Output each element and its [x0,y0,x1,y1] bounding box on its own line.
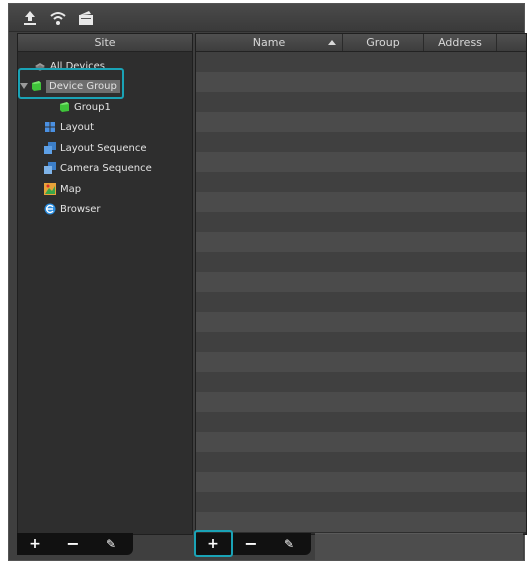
folder-icon[interactable] [77,9,95,27]
site-edit-button[interactable]: ✎ [99,533,123,555]
table-row[interactable] [196,332,526,352]
map-icon [44,183,56,195]
tree-item-label: Camera Sequence [60,162,152,174]
table-row[interactable] [196,472,526,492]
tree-item-browser[interactable]: Browser [44,199,101,219]
column-header-name[interactable]: Name [196,34,343,51]
table-row[interactable] [196,392,526,412]
sort-ascending-icon [328,40,336,45]
table-row[interactable] [196,252,526,272]
add-button-highlight [194,530,233,557]
tree-item-label: Browser [60,203,101,215]
table-row[interactable] [196,72,526,92]
table-row[interactable] [196,452,526,472]
group-icon [60,102,69,112]
table-header: Name Group Address [196,34,526,52]
table-row[interactable] [196,272,526,292]
tree-item-label: Map [60,183,82,195]
camera-sequence-icon [44,162,56,174]
browser-icon [44,203,56,215]
site-button-bar: + − ✎ [17,533,133,555]
column-header-group[interactable]: Group [343,34,424,51]
table-row[interactable] [196,212,526,232]
table-row[interactable] [196,92,526,112]
table-row[interactable] [196,432,526,452]
device-table: Name Group Address [195,33,527,535]
device-group-highlight [18,68,124,99]
table-row[interactable] [196,512,526,532]
tree-item-label: Layout Sequence [60,142,147,154]
tree-item-group1[interactable]: Group1 [58,97,111,117]
tree-item-camera-sequence[interactable]: Camera Sequence [44,158,152,178]
table-row[interactable] [196,112,526,132]
table-row[interactable] [196,172,526,192]
site-panel: Site All Devices Device Group Group1 Lay… [17,33,193,535]
table-row[interactable] [196,372,526,392]
tree-item-label: Layout [60,121,94,133]
wifi-icon[interactable] [49,9,67,27]
table-row[interactable] [196,192,526,212]
site-add-button[interactable]: + [23,533,47,555]
table-row[interactable] [196,412,526,432]
table-row[interactable] [196,352,526,372]
site-header[interactable]: Site [18,34,192,52]
table-row[interactable] [196,232,526,252]
layout-sequence-icon [44,142,56,154]
device-remove-button[interactable]: − [239,533,263,555]
tree-item-layout-sequence[interactable]: Layout Sequence [44,138,147,158]
table-row[interactable] [196,52,526,72]
status-area [315,533,523,560]
tree-item-label: Group1 [74,101,111,113]
table-row[interactable] [196,312,526,332]
table-row[interactable] [196,492,526,512]
table-row[interactable] [196,292,526,312]
top-toolbar [9,4,524,32]
table-row[interactable] [196,132,526,152]
column-header-address[interactable]: Address [424,34,497,51]
upload-icon[interactable] [21,9,39,27]
site-header-label: Site [94,36,116,49]
device-edit-button[interactable]: ✎ [277,533,301,555]
site-remove-button[interactable]: − [61,533,85,555]
table-row[interactable] [196,152,526,172]
layout-icon [45,122,55,132]
tree-item-layout[interactable]: Layout [44,117,94,137]
tree-item-map[interactable]: Map [44,179,81,199]
